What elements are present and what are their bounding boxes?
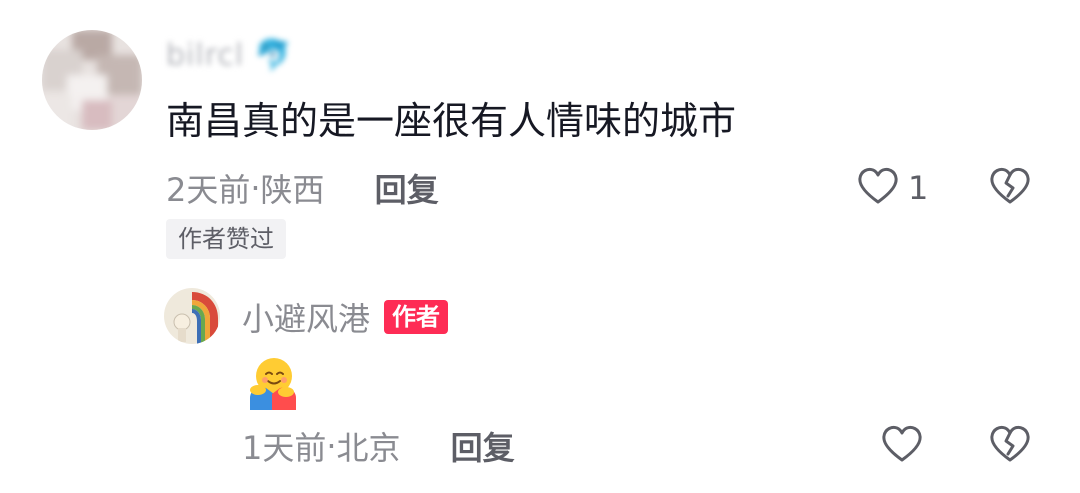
reply-time: 1天前 [242, 429, 327, 467]
reply-button[interactable]: 回复 [375, 165, 439, 211]
blurred-avatar-image [42, 30, 142, 130]
comment-meta: 2天前 · 陕西 回复 [166, 166, 439, 210]
heart-icon [856, 166, 900, 210]
dislike-button[interactable] [986, 166, 1034, 210]
reply-like-button[interactable] [876, 424, 928, 468]
reply-username[interactable]: 小避风港 [242, 294, 370, 340]
comment-text: 南昌真的是一座很有人情味的城市 [166, 99, 737, 143]
reply-meta: 1天前 · 北京 回复 [242, 424, 515, 468]
broken-heart-icon [988, 166, 1032, 210]
meta-separator: · [250, 169, 261, 207]
broken-heart-icon [988, 424, 1032, 468]
rainbow-avatar-image [164, 288, 220, 344]
meta-separator: · [326, 427, 337, 465]
like-count: 1 [908, 169, 929, 207]
author-badge: 作者 [384, 300, 449, 334]
heart-icon [880, 424, 924, 468]
avatar[interactable] [42, 30, 142, 130]
reply-dislike-button[interactable] [986, 424, 1034, 468]
like-button[interactable]: 1 [856, 166, 928, 210]
reply-avatar[interactable] [164, 288, 220, 344]
comment-location: 陕西 [260, 171, 325, 209]
comment-username[interactable]: bilrcl 🐬 [166, 38, 293, 74]
comment-time: 2天前 [166, 171, 251, 209]
author-liked-tag: 作者赞过 [166, 219, 286, 259]
reply-location: 北京 [336, 429, 401, 467]
reply-button[interactable]: 回复 [451, 423, 515, 469]
reply-header: 小避风港 作者 [242, 294, 449, 340]
hugging-face-emoji [244, 354, 300, 410]
